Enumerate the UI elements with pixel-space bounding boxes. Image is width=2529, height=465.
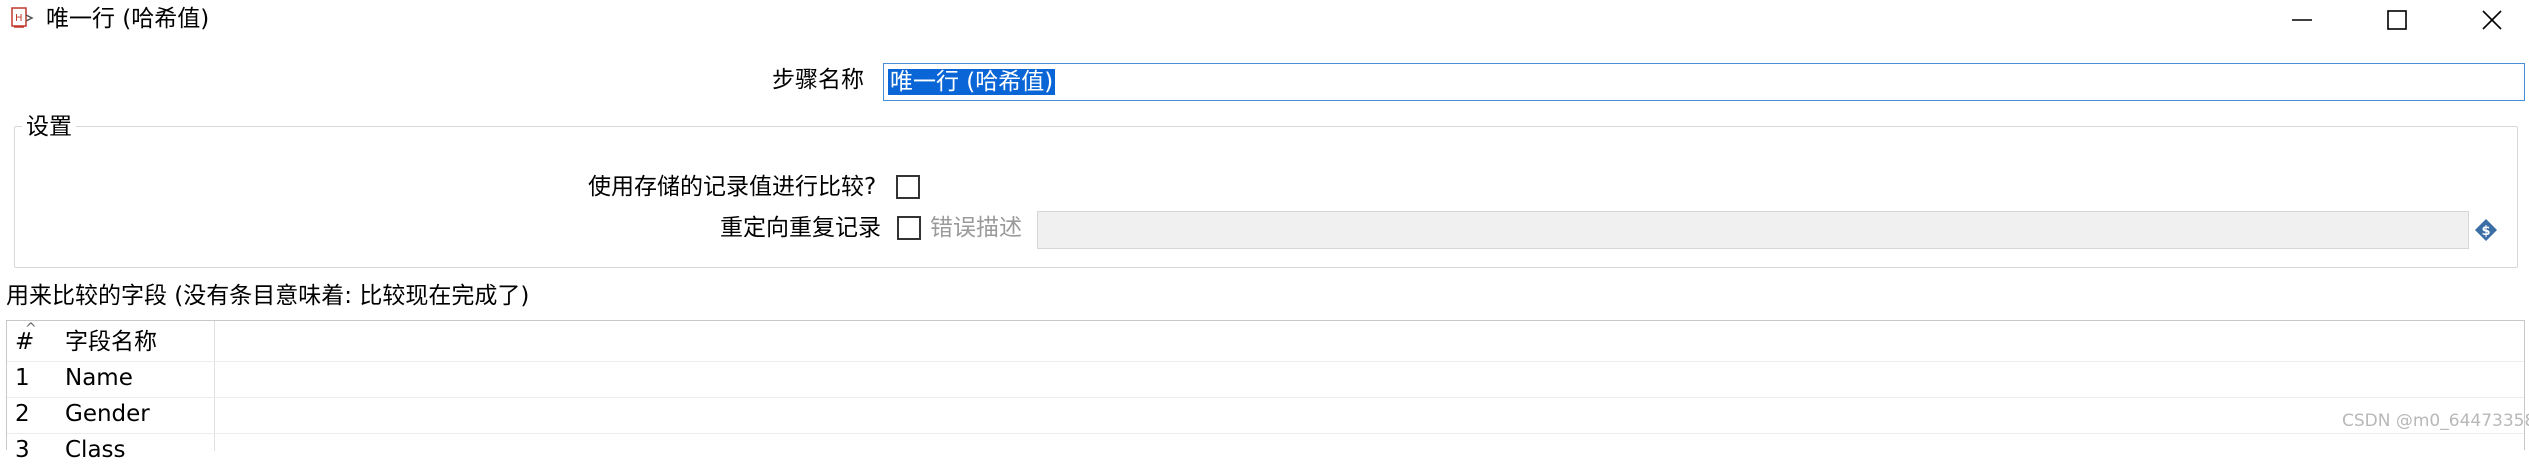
window-title: 唯一行 (哈希值) [46, 6, 210, 32]
variable-insert-icon[interactable]: $ [2474, 218, 2498, 242]
table-row-number[interactable]: 1 [15, 363, 30, 393]
close-button[interactable] [2457, 0, 2527, 40]
table-row-field-name[interactable]: Gender [65, 399, 150, 429]
step-name-input[interactable]: 唯一行 (哈希值) [883, 63, 2525, 101]
redirect-duplicates-label: 重定向重复记录 [720, 215, 881, 241]
unique-rows-hash-app-icon: H [10, 6, 34, 30]
compare-stored-label: 使用存储的记录值进行比较? [588, 174, 877, 200]
minimize-button[interactable] [2267, 0, 2337, 40]
watermark-text: CSDN @m0_64473358 [2342, 411, 2529, 431]
error-description-label: 错误描述 [930, 215, 1022, 241]
row-divider [7, 361, 2524, 362]
step-name-label: 步骤名称 [772, 67, 864, 93]
column-separator [214, 321, 215, 451]
maximize-button[interactable] [2362, 0, 2432, 40]
compare-fields-table[interactable]: ^ # 字段名称 1 Name 2 Gender 3 Class [6, 320, 2525, 463]
minimize-icon [2292, 19, 2312, 21]
compare-stored-checkbox[interactable] [896, 175, 920, 199]
table-row-field-name[interactable]: Name [65, 363, 133, 393]
row-divider [7, 433, 2524, 434]
svg-text:$: $ [2481, 224, 2490, 239]
compare-fields-label: 用来比较的字段 (没有条目意味着: 比较现在完成了) [6, 283, 530, 309]
maximize-icon [2387, 10, 2407, 30]
step-name-value: 唯一行 (哈希值) [888, 69, 1056, 95]
redirect-duplicates-checkbox[interactable] [897, 216, 921, 240]
settings-group-title: 设置 [22, 112, 76, 142]
table-row-number[interactable]: 2 [15, 399, 30, 429]
column-header-number[interactable]: # [15, 327, 34, 357]
row-divider [7, 397, 2524, 398]
title-bar: H 唯一行 (哈希值) [0, 0, 2529, 40]
close-icon [2482, 10, 2502, 30]
error-description-input[interactable] [1037, 211, 2469, 249]
column-header-field-name[interactable]: 字段名称 [65, 327, 157, 357]
svg-text:H: H [15, 13, 23, 24]
